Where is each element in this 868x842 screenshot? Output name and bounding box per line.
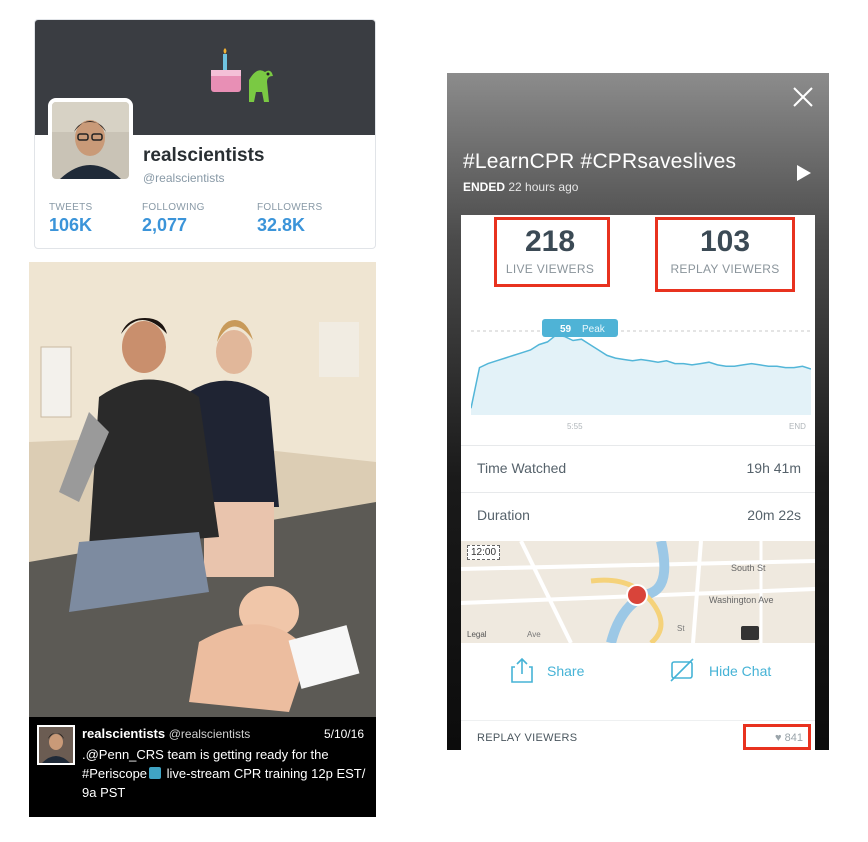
location-map[interactable]: South St Washington Ave Legal Ave St 12:… [461, 541, 815, 643]
peak-count: 59 [560, 324, 572, 335]
hide-chat-icon [670, 658, 694, 682]
stat-label: FOLLOWERS [257, 202, 323, 213]
replay-viewers-section-label: REPLAY VIEWERS [477, 732, 578, 744]
cpr-training-photo [29, 262, 376, 722]
duration-label: Duration [477, 507, 530, 523]
stat-value: 106K [49, 215, 93, 235]
profile-handle[interactable]: @realscientists [143, 171, 225, 185]
time-watched-label: Time Watched [477, 460, 567, 476]
share-icon [511, 657, 533, 683]
tweets-stat[interactable]: TWEETS 106K [49, 202, 92, 236]
tweet-date: 5/10/16 [323, 727, 364, 741]
time-watched-value: 19h 41m [746, 460, 801, 476]
location-pin-icon [626, 584, 648, 606]
stat-label: TWEETS [49, 202, 93, 213]
stat-value: 2,077 [142, 215, 188, 235]
replay-viewers-section: REPLAY VIEWERS ♥ 841 [461, 720, 815, 750]
live-viewers-highlight-box [494, 217, 610, 287]
peak-label: Peak [582, 324, 606, 335]
tweet-caption: realscientists @realscientists 5/10/16 .… [29, 717, 376, 817]
duration-row: Duration 20m 22s [461, 492, 815, 538]
map-label-washington: Washington Ave [709, 595, 774, 605]
share-label: Share [547, 663, 585, 679]
duration-value: 20m 22s [747, 507, 801, 523]
map-label-st: St [677, 624, 685, 633]
twitter-profile-card: realscientists @realscientists TWEETS 10… [34, 19, 376, 249]
following-stat[interactable]: FOLLOWING 2,077 [142, 202, 205, 236]
map-label-ave: Ave [527, 630, 541, 639]
map-time-label: 12:00 [467, 545, 501, 560]
time-watched-row: Time Watched 19h 41m [461, 445, 815, 491]
viewers-area [471, 335, 811, 415]
map-label-south: South St [731, 563, 766, 573]
status-time: 22 hours ago [508, 180, 579, 194]
status-ended: ENDED [463, 180, 506, 194]
tweet-author-avatar[interactable] [37, 725, 75, 765]
tweet-author-name: realscientists [82, 726, 166, 741]
profile-avatar[interactable] [48, 98, 133, 183]
broadcast-stats-card: 218 LIVE VIEWERS 103 REPLAY VIEWERS 59 P… [461, 215, 815, 750]
share-button[interactable]: Share [511, 657, 631, 687]
stat-label: FOLLOWING [142, 202, 205, 213]
profile-name[interactable]: realscientists [143, 145, 264, 167]
replay-viewers-highlight-box [655, 217, 795, 292]
periscope-icon [149, 767, 162, 779]
stat-value: 32.8K [257, 215, 306, 235]
periscope-broadcast-summary: #LearnCPR #CPRsaveslives ENDED 22 hours … [447, 73, 829, 750]
viewers-over-time-chart: 59 Peak 5:55 END [471, 319, 811, 431]
broadcast-status: ENDED 22 hours ago [463, 180, 578, 194]
broadcast-title: #LearnCPR #CPRsaveslives [463, 150, 737, 173]
peak-badge: 59 Peak [542, 319, 618, 337]
map-graphic: South St Washington Ave Legal Ave St [461, 541, 815, 643]
followers-stat[interactable]: FOLLOWERS 32.8K [257, 202, 323, 236]
birthday-cake-dinosaur-illustration [211, 48, 273, 102]
play-icon[interactable] [797, 165, 811, 181]
chart-tick-end: END [789, 422, 806, 431]
hide-chat-button[interactable]: Hide Chat [669, 657, 809, 687]
chart-tick-mid: 5:55 [567, 422, 583, 431]
likes-highlight-box [743, 724, 811, 750]
map-label-legal: Legal [467, 630, 487, 639]
hide-chat-label: Hide Chat [709, 663, 772, 679]
tweet-photo[interactable]: realscientists @realscientists 5/10/16 .… [29, 262, 376, 817]
tweet-author[interactable]: realscientists @realscientists [82, 726, 250, 741]
close-icon[interactable] [791, 85, 815, 109]
tweet-text: .@Penn_CRS team is getting ready for the… [82, 745, 367, 802]
tweet-author-handle: @realscientists [168, 727, 251, 741]
